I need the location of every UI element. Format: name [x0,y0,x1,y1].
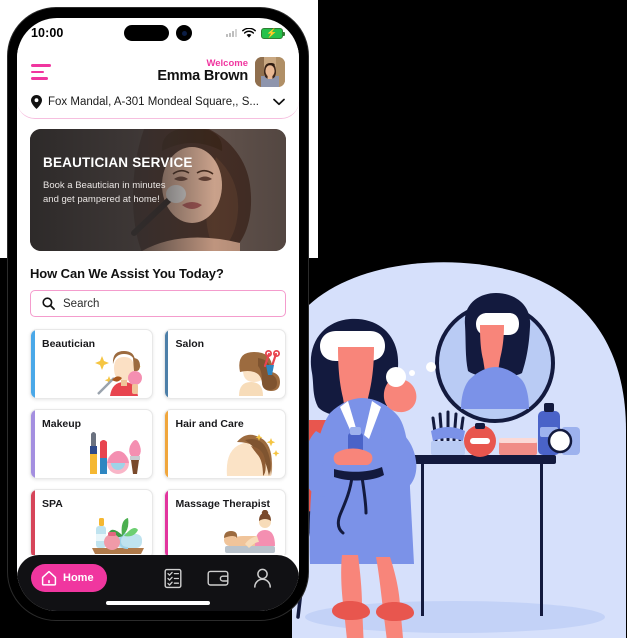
card-accent-bar [164,410,168,478]
island-pill [124,25,169,41]
service-label: Salon [175,338,205,350]
charging-bolt-icon: ⚡ [266,27,278,38]
nav-home-label: Home [63,572,94,584]
card-accent-bar [31,490,35,555]
card-accent-bar [164,490,168,555]
profile-person-icon [254,568,272,588]
home-indicator-bar [106,601,210,605]
home-scroll-content[interactable]: BEAUTICIAN SERVICE Book a Beautician in … [17,119,299,555]
card-accent-bar [164,330,168,398]
spa-art-icon [91,518,144,554]
nav-item-wallet[interactable] [196,569,241,587]
service-label: Makeup [42,418,82,430]
salon-art-icon [239,350,281,396]
phone-device-frame: 10:00 ⚡ Welcome Emma Brown Fox Mandal, A… [8,8,308,620]
service-label: Hair and Care [175,418,244,430]
bookings-list-icon [164,568,182,588]
nav-item-bookings[interactable] [151,568,196,589]
location-selector[interactable]: Fox Mandal, A-301 Mondeal Square,, S... [31,95,285,109]
hair-care-art-icon [226,434,280,476]
massage-art-icon [224,510,275,553]
card-accent-bar [31,410,35,478]
nav-item-home[interactable]: Home [31,564,107,592]
makeup-art-icon [89,432,141,474]
wallet-icon [207,570,229,586]
search-input[interactable]: Search [30,290,286,317]
banner-subtitle: Book a Beautician in minutes and get pam… [43,180,166,206]
service-card-makeup[interactable]: Makeup [30,409,153,479]
promo-banner[interactable]: BEAUTICIAN SERVICE Book a Beautician in … [30,129,286,251]
status-time: 10:00 [31,26,64,40]
service-card-massage-therapist[interactable]: Massage Therapist [163,489,286,555]
vanity-illustration [290,255,627,638]
user-name: Emma Brown [157,68,248,85]
phone-screen: 10:00 ⚡ Welcome Emma Brown Fox Mandal, A… [17,18,299,611]
service-grid: Beautician Salon Makeup Hair and Care SP… [30,329,286,555]
battery-charging-icon: ⚡ [261,27,285,39]
service-card-spa[interactable]: SPA [30,489,153,555]
signal-bars-icon [226,29,237,37]
bottom-navigation-bar: Home [17,555,299,611]
search-icon [42,297,55,310]
assist-section-title: How Can We Assist You Today? [30,266,224,281]
app-header: Welcome Emma Brown Fox Mandal, A-301 Mon… [17,48,299,119]
location-pin-icon [31,95,42,109]
status-bar: 10:00 ⚡ [17,18,299,48]
wifi-icon [242,27,256,38]
home-icon [41,570,57,586]
location-address: Fox Mandal, A-301 Mondeal Square,, S... [48,96,259,108]
service-label: Massage Therapist [175,498,271,510]
front-camera-icon [176,25,192,41]
beautician-art-icon [94,351,142,396]
card-accent-bar [31,330,35,398]
hamburger-menu-icon[interactable] [31,64,53,80]
service-label: SPA [42,498,63,510]
user-profile-block[interactable]: Welcome Emma Brown [157,57,285,87]
avatar[interactable] [255,57,285,87]
nav-item-profile[interactable] [240,568,285,588]
service-label: Beautician [42,338,96,350]
service-card-beautician[interactable]: Beautician [30,329,153,399]
banner-title: BEAUTICIAN SERVICE [43,155,193,170]
screenshot-root: 10:00 ⚡ Welcome Emma Brown Fox Mandal, A… [0,0,627,638]
dynamic-island [124,25,192,41]
service-card-salon[interactable]: Salon [163,329,286,399]
service-card-hair-and-care[interactable]: Hair and Care [163,409,286,479]
search-placeholder: Search [63,297,100,310]
chevron-down-icon[interactable] [273,98,285,106]
